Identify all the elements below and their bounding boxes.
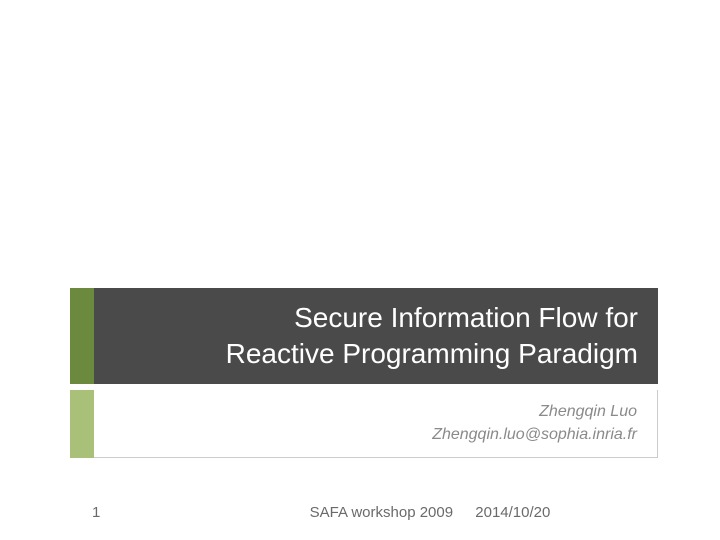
subtitle-block: Zhengqin Luo Zhengqin.luo@sophia.inria.f… — [70, 390, 658, 458]
author-name: Zhengqin Luo — [539, 401, 637, 423]
title-line-1: Secure Information Flow for — [294, 302, 638, 333]
subtitle-accent-bar — [70, 390, 94, 458]
footer-workshop: SAFA workshop 2009 — [310, 504, 453, 521]
footer-date: 2014/10/20 — [475, 504, 550, 521]
title-accent-bar — [70, 288, 94, 384]
author-email: Zhengqin.luo@sophia.inria.fr — [432, 424, 637, 446]
slide-title: Secure Information Flow for Reactive Pro… — [226, 300, 638, 373]
title-line-2: Reactive Programming Paradigm — [226, 338, 638, 369]
footer-center: SAFA workshop 2009 2014/10/20 — [0, 504, 720, 521]
title-block: Secure Information Flow for Reactive Pro… — [70, 288, 658, 384]
